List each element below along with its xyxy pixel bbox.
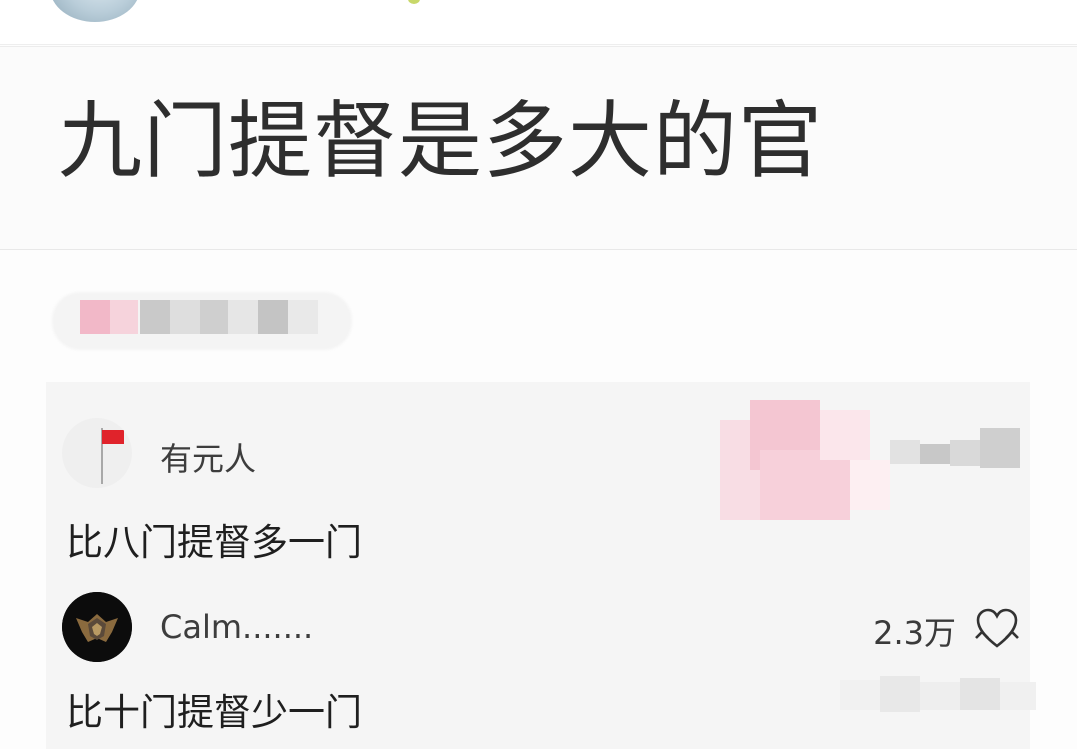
redacted-footer	[840, 668, 1040, 728]
redacted-pixel	[80, 300, 110, 334]
mosaic-block	[890, 440, 920, 464]
redaction-mosaic	[700, 380, 1030, 540]
redacted-pixel	[288, 300, 318, 334]
comment-username[interactable]: Calm.......	[160, 608, 313, 646]
question-card[interactable]: 九门提督是多大的官	[0, 46, 1077, 250]
mosaic-block	[960, 678, 1000, 710]
redacted-pixel	[228, 300, 258, 334]
redacted-pixel	[170, 300, 200, 334]
mosaic-block	[950, 440, 980, 466]
question-title: 九门提督是多大的官	[58, 92, 824, 190]
flag-icon	[101, 428, 124, 484]
mosaic-block	[880, 676, 920, 712]
user-avatar[interactable]	[62, 418, 132, 488]
comment-text: 比八门提督多一门	[66, 521, 362, 564]
comment-username[interactable]: 有元人	[160, 434, 256, 480]
like-count: 2.3万	[873, 614, 956, 652]
mosaic-block	[920, 444, 950, 464]
heart-icon[interactable]	[974, 606, 1020, 652]
status-dot-icon	[408, 0, 420, 4]
comment-text: 比十门提督少一门	[66, 691, 362, 734]
redacted-pixel	[200, 300, 228, 334]
badge-emblem-icon	[62, 592, 132, 662]
redacted-pixel	[110, 300, 138, 334]
user-avatar[interactable]	[62, 592, 132, 662]
redacted-pixel	[140, 300, 170, 334]
mosaic-block	[820, 410, 870, 460]
mosaic-block	[760, 450, 850, 520]
mosaic-block	[980, 428, 1020, 468]
top-header	[0, 0, 1077, 45]
mosaic-block	[1000, 682, 1036, 710]
mosaic-block	[840, 680, 880, 710]
mosaic-block	[920, 682, 960, 710]
author-avatar[interactable]	[50, 0, 140, 22]
redacted-pixel	[258, 300, 288, 334]
mosaic-block	[850, 460, 890, 510]
answer-page: 九门提督是多大的官 有元人 比八门提督多一门 Calm....... 2.3万 …	[0, 0, 1077, 749]
